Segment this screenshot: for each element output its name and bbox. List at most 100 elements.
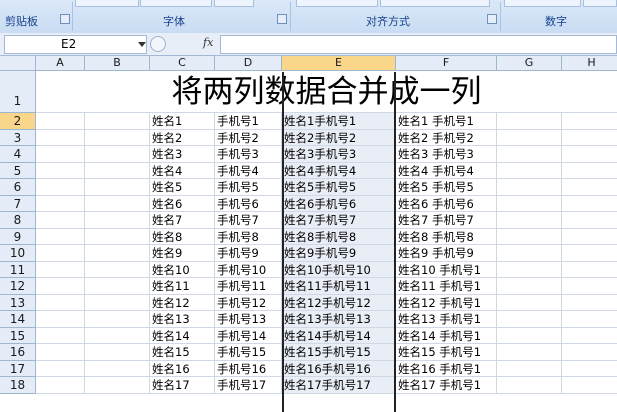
- ribbon-font-control[interactable]: [140, 0, 212, 7]
- row-header[interactable]: 11: [0, 261, 36, 278]
- cell-c[interactable]: 姓名2: [150, 129, 215, 146]
- cell-g[interactable]: [497, 162, 562, 179]
- row-header[interactable]: 3: [0, 129, 36, 146]
- cell-a[interactable]: [36, 294, 85, 311]
- cell-b[interactable]: [85, 212, 150, 229]
- column-header-e[interactable]: E: [282, 56, 396, 71]
- dialog-launcher-icon[interactable]: [277, 14, 287, 24]
- ribbon-align-control[interactable]: [296, 0, 378, 7]
- cell-c[interactable]: 姓名8: [150, 228, 215, 245]
- cell-f[interactable]: 姓名2 手机号2: [396, 129, 497, 146]
- cell-e[interactable]: 姓名10手机号10: [282, 261, 396, 278]
- cell-g[interactable]: [497, 212, 562, 229]
- cell-b[interactable]: [85, 195, 150, 212]
- cell-f[interactable]: 姓名1 手机号1: [396, 113, 497, 130]
- cell-b[interactable]: [85, 344, 150, 361]
- cell-b[interactable]: [85, 360, 150, 377]
- cell-b[interactable]: [85, 245, 150, 262]
- cell-g[interactable]: [497, 294, 562, 311]
- cell-e[interactable]: 姓名7手机号7: [282, 212, 396, 229]
- cell-d[interactable]: 手机号14: [215, 327, 282, 344]
- cell-f[interactable]: 姓名8 手机号8: [396, 228, 497, 245]
- cell-h[interactable]: [562, 163, 617, 179]
- cell-a[interactable]: [36, 327, 85, 344]
- cell-f[interactable]: 姓名3 手机号3: [396, 146, 497, 163]
- row-header[interactable]: 14: [0, 311, 36, 328]
- row-header[interactable]: 8: [0, 212, 36, 229]
- cell-f[interactable]: 姓名11 手机号1: [396, 278, 497, 295]
- dialog-launcher-icon[interactable]: [60, 14, 70, 24]
- cell-d[interactable]: 手机号4: [215, 162, 282, 179]
- row-header[interactable]: 13: [0, 294, 36, 311]
- cell-c[interactable]: 姓名10: [150, 261, 215, 278]
- column-header-d[interactable]: D: [215, 56, 282, 71]
- cell-c[interactable]: 姓名9: [150, 245, 215, 262]
- cell-h[interactable]: [562, 295, 617, 311]
- cell-a[interactable]: [36, 113, 85, 130]
- select-all-corner[interactable]: [0, 56, 36, 71]
- cell-b[interactable]: [85, 278, 150, 295]
- cell-f[interactable]: 姓名6 手机号6: [396, 195, 497, 212]
- cell-b[interactable]: [85, 129, 150, 146]
- cell-d[interactable]: 手机号3: [215, 146, 282, 163]
- cell-e[interactable]: 姓名1手机号1: [282, 113, 396, 130]
- row-header[interactable]: 9: [0, 228, 36, 245]
- cell-g[interactable]: [497, 146, 562, 163]
- cell-b[interactable]: [85, 327, 150, 344]
- cell-h[interactable]: [562, 179, 617, 196]
- row-header[interactable]: 17: [0, 360, 36, 377]
- cell-e[interactable]: 姓名12手机号12: [282, 294, 396, 311]
- row-header[interactable]: 16: [0, 344, 36, 361]
- column-header-f[interactable]: F: [396, 56, 497, 71]
- cell-g[interactable]: [497, 344, 562, 361]
- row-header[interactable]: 15: [0, 327, 36, 344]
- cell-b[interactable]: [85, 146, 150, 163]
- cell-d[interactable]: 手机号11: [215, 278, 282, 295]
- cell-a[interactable]: [36, 228, 85, 245]
- ribbon-number-control[interactable]: [583, 0, 617, 7]
- cell-d[interactable]: 手机号15: [215, 344, 282, 361]
- row-header[interactable]: 5: [0, 162, 36, 179]
- cell-d[interactable]: 手机号9: [215, 245, 282, 262]
- cell-h[interactable]: [562, 130, 617, 146]
- cell-c[interactable]: 姓名14: [150, 327, 215, 344]
- cell-b[interactable]: [85, 261, 150, 278]
- cell-f[interactable]: 姓名14 手机号1: [396, 327, 497, 344]
- cell-b[interactable]: [85, 179, 150, 196]
- cell-h[interactable]: [562, 229, 617, 245]
- cell-h[interactable]: [562, 113, 617, 130]
- cancel-circle-icon[interactable]: [150, 36, 166, 52]
- cell-c[interactable]: 姓名17: [150, 377, 215, 394]
- cell-c[interactable]: 姓名3: [150, 146, 215, 163]
- cell-a[interactable]: [36, 245, 85, 262]
- cell-e[interactable]: 姓名3手机号3: [282, 146, 396, 163]
- cell-h[interactable]: [562, 328, 617, 344]
- dialog-launcher-icon[interactable]: [487, 14, 497, 24]
- cell-e[interactable]: 姓名11手机号11: [282, 278, 396, 295]
- ribbon-number-control[interactable]: [504, 0, 581, 7]
- cell-f[interactable]: 姓名12 手机号1: [396, 294, 497, 311]
- ribbon-align-control[interactable]: [380, 0, 490, 7]
- cell-f[interactable]: 姓名7 手机号7: [396, 212, 497, 229]
- cell-a[interactable]: [36, 162, 85, 179]
- cell-e[interactable]: 姓名8手机号8: [282, 228, 396, 245]
- cell-g[interactable]: [497, 278, 562, 295]
- cell-c[interactable]: 姓名13: [150, 311, 215, 328]
- cell-a[interactable]: [36, 344, 85, 361]
- cell-c[interactable]: 姓名15: [150, 344, 215, 361]
- cell-f[interactable]: 姓名16 手机号1: [396, 360, 497, 377]
- column-header-h[interactable]: H: [562, 56, 617, 71]
- cell-e[interactable]: 姓名2手机号2: [282, 129, 396, 146]
- cell-g[interactable]: [497, 129, 562, 146]
- cell-c[interactable]: 姓名12: [150, 294, 215, 311]
- cell-b[interactable]: [85, 294, 150, 311]
- row-header[interactable]: 1: [0, 71, 36, 113]
- cell-a[interactable]: [36, 129, 85, 146]
- cell-e[interactable]: 姓名16手机号16: [282, 360, 396, 377]
- cell-e[interactable]: 姓名5手机号5: [282, 179, 396, 196]
- cell-a[interactable]: [36, 261, 85, 278]
- cell-c[interactable]: 姓名6: [150, 195, 215, 212]
- cell-d[interactable]: 手机号8: [215, 228, 282, 245]
- row-header[interactable]: 18: [0, 377, 36, 394]
- ribbon-font-control[interactable]: [75, 0, 139, 7]
